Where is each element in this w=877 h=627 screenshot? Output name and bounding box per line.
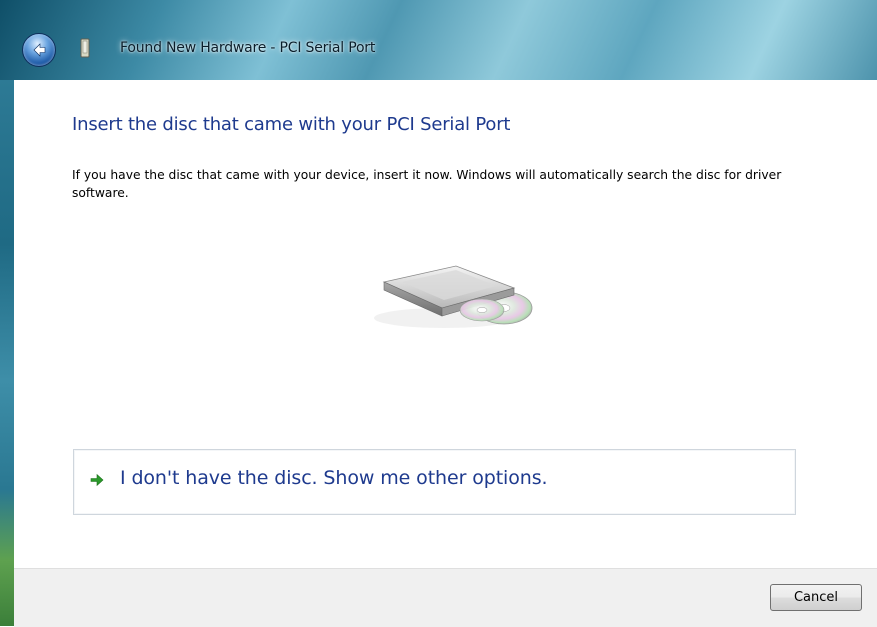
wizard-content: Insert the disc that came with your PCI … (14, 80, 877, 568)
no-disc-option-label: I don't have the disc. Show me other opt… (120, 467, 548, 489)
back-button[interactable] (22, 33, 56, 67)
main-instruction: Insert the disc that came with your PCI … (72, 114, 511, 135)
description-text: If you have the disc that came with your… (72, 168, 782, 200)
no-disc-option[interactable]: I don't have the disc. Show me other opt… (73, 449, 796, 515)
green-arrow-icon (90, 473, 104, 487)
window-frame-left (0, 80, 14, 626)
wizard-footer: Cancel (14, 568, 877, 627)
disc-drive-illustration (364, 258, 534, 338)
hardware-device-icon (80, 38, 90, 58)
window-title: Found New Hardware - PCI Serial Port (120, 40, 376, 56)
title-bar: Found New Hardware - PCI Serial Port (0, 0, 877, 80)
back-arrow-icon (33, 43, 46, 57)
cancel-button[interactable]: Cancel (770, 584, 862, 611)
